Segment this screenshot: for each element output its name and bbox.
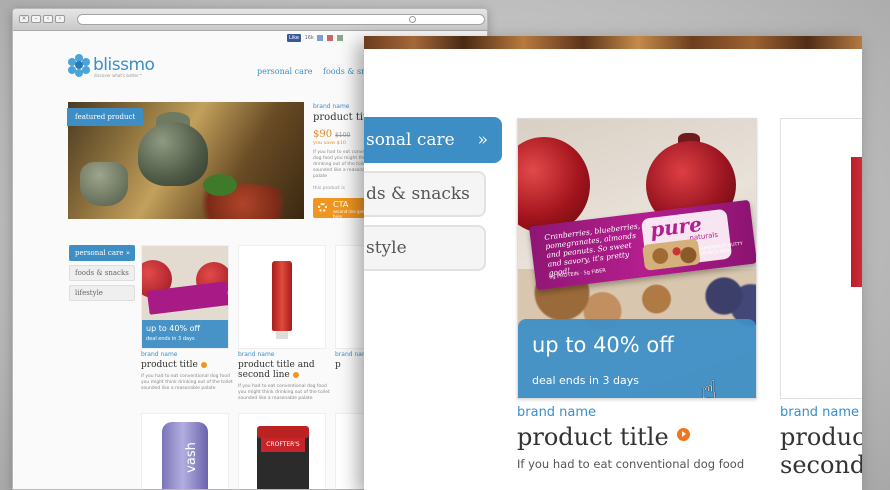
product-description: If you had to eat conventional dog food … [238, 384, 330, 401]
sidebar-item-personal-care[interactable]: personal care [69, 245, 135, 261]
close-icon[interactable]: × [19, 15, 29, 23]
product-description: If you had to eat conventional dog food [517, 457, 745, 471]
logo-wordmark: blissmo [93, 55, 155, 75]
jar-label: CROFTER'S [261, 438, 305, 452]
reload-icon[interactable] [409, 16, 416, 23]
social-links: Like 16k [287, 34, 345, 42]
brand-name-link[interactable]: brand name [517, 405, 767, 420]
product-title-line1[interactable]: produc [780, 423, 862, 451]
nav-pill-foods-snacks[interactable]: ds & snacks [364, 171, 486, 217]
minimize-icon[interactable]: – [31, 15, 41, 23]
deal-subtext: deal ends in 3 days [532, 374, 639, 387]
bar-window-image [642, 238, 701, 271]
arrow-right-icon[interactable] [200, 361, 207, 368]
chevron-right-icon: » [477, 130, 488, 150]
product-card-zoomed[interactable]: Cranberries, blueberries, pomegranates, … [517, 118, 757, 399]
nav-pill-label: style [366, 238, 407, 258]
facebook-like-button[interactable]: Like [287, 34, 301, 42]
brand-name-link[interactable]: brand name [780, 405, 862, 420]
sidebar-item-foods-snacks[interactable]: foods & snacks [69, 265, 135, 281]
nav-pill-personal-care[interactable]: sonal care » [364, 117, 502, 163]
hand-pointer-icon: ☝ [701, 376, 717, 399]
product-title[interactable]: product title [141, 360, 198, 370]
product-card-jam-jar[interactable]: CROFTER'S [238, 413, 326, 489]
category-sidebar: personal care foods & snacks lifestyle [69, 245, 135, 305]
twitter-icon[interactable] [317, 35, 324, 41]
product-title[interactable]: product title and second line [238, 360, 315, 380]
category-nav-zoomed: sonal care » ds & snacks style [364, 117, 504, 279]
product-info-zoomed-2: brand name produc second [780, 405, 862, 479]
arrow-right-icon[interactable] [292, 371, 299, 378]
nav-personal-care[interactable]: personal care [257, 67, 312, 76]
deal-overlay[interactable]: up to 40% off deal ends in 3 days ☝ [518, 319, 756, 399]
brand-name[interactable]: brand name [238, 351, 330, 358]
flower-logo-icon [68, 54, 90, 77]
red-package-image [851, 157, 862, 287]
nav-pill-label: ds & snacks [366, 184, 470, 204]
deal-subtext: deal ends in 3 days [146, 336, 195, 342]
deal-headline: up to 40% off [146, 324, 200, 333]
logo-tagline: discover what's better™ [94, 73, 143, 78]
product-info-2: brand name product title and second line… [238, 351, 330, 402]
browser-toolbar: × – ‹ › [13, 9, 487, 31]
back-icon[interactable]: ‹ [43, 15, 53, 23]
header-image-strip [364, 36, 862, 49]
zoomed-detail-view: sonal care » ds & snacks style Cranberri… [364, 36, 862, 490]
deal-headline: up to 40% off [532, 333, 674, 357]
product-card-zoomed-2[interactable] [780, 118, 862, 399]
product-card-red-tube[interactable] [238, 245, 326, 349]
nav-pill-label: sonal care [366, 130, 455, 150]
pinterest-icon[interactable] [327, 35, 334, 41]
product-info-zoomed: brand name product title If you had to e… [517, 405, 767, 471]
product-card-detergent[interactable]: vash [141, 413, 229, 489]
featured-product-tag: featured product [67, 108, 144, 126]
share-icon[interactable] [336, 35, 343, 41]
product-description: If you had to eat conventional dog food … [141, 374, 233, 391]
like-count: 16k [304, 35, 314, 41]
brand-name[interactable]: brand name [141, 351, 233, 358]
product-title-link[interactable]: product title [517, 423, 669, 451]
nav-pill-lifestyle[interactable]: style [364, 225, 486, 271]
product-title-line2[interactable]: second [780, 451, 862, 479]
current-price: $90 [313, 129, 333, 140]
site-logo[interactable]: blissmo discover what's better™ [68, 54, 155, 78]
cta-label: CTA [333, 200, 349, 209]
forward-icon[interactable]: › [55, 15, 65, 23]
address-bar[interactable] [77, 14, 485, 25]
cta-icon [318, 203, 327, 212]
arrow-right-circle-icon[interactable] [676, 428, 690, 441]
old-price: $100 [335, 132, 351, 139]
detergent-label: vash [183, 442, 199, 473]
product-info-1: brand name product title If you had to e… [141, 351, 233, 392]
sidebar-item-lifestyle[interactable]: lifestyle [69, 285, 135, 301]
product-card-pure-bar[interactable]: up to 40% off deal ends in 3 days [141, 245, 229, 349]
